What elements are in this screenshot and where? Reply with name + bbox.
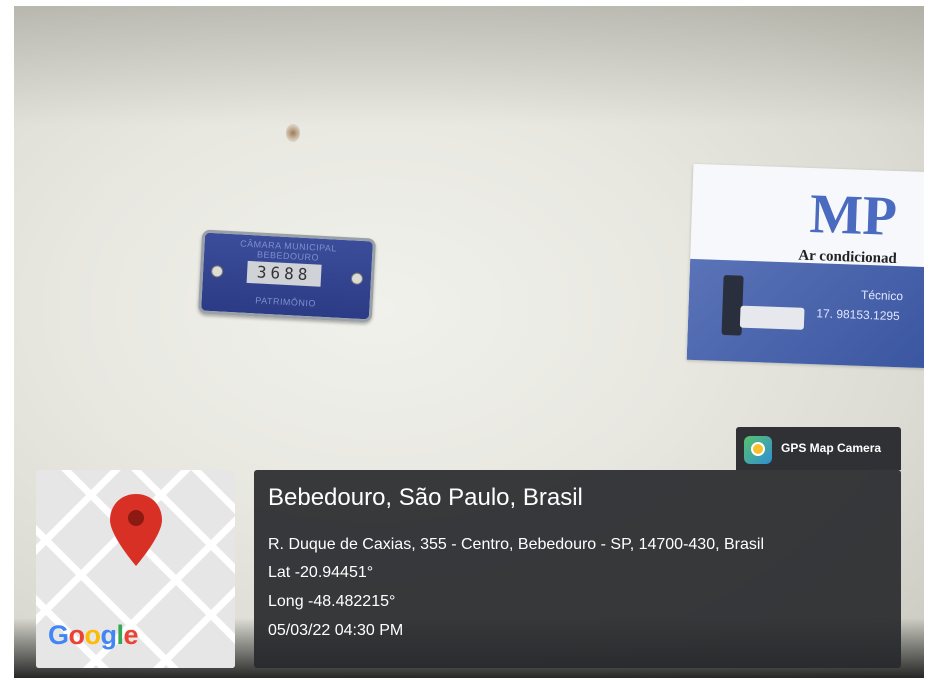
location-info-panel: Bebedouro, São Paulo, Brasil R. Duque de… (254, 470, 901, 668)
tag-rivet-left (210, 265, 224, 278)
gps-camera-label: GPS Map Camera (781, 441, 882, 455)
rust-spot (286, 124, 300, 142)
card-tecnico: Técnico (860, 287, 904, 304)
tag-rivet-right (350, 272, 364, 285)
location-address: R. Duque de Caxias, 355 - Centro, Bebedo… (268, 536, 764, 553)
card-phone: 17. 98153.1295 (816, 306, 900, 324)
tag-line-4: PATRIMÔNIO (255, 295, 317, 309)
card-subtitle: Ar condicionad (798, 247, 898, 268)
card-logo: MP (808, 182, 898, 248)
asset-tag-plate: CÂMARA MUNICIPAL BEBEDOURO 3688 PATRIMÔN… (197, 229, 377, 323)
card-air-conditioner-image (739, 305, 805, 330)
google-logo: Google (48, 620, 139, 650)
gps-camera-badge: GPS Map Camera (736, 427, 901, 470)
location-datetime: 05/03/22 04:30 PM (268, 622, 404, 639)
map-thumbnail: Google (36, 470, 235, 668)
location-city: Bebedouro, São Paulo, Brasil (268, 484, 583, 511)
gps-map-camera-app-icon (744, 436, 772, 464)
business-card-sticker: MP Ar condicionad Técnico 17. 98153.1295 (686, 163, 924, 369)
photo-shade-top (14, 6, 924, 126)
tag-number: 3688 (246, 260, 322, 287)
location-longitude: Long -48.482215° (268, 593, 396, 610)
location-latitude: Lat -20.94451° (268, 564, 374, 581)
